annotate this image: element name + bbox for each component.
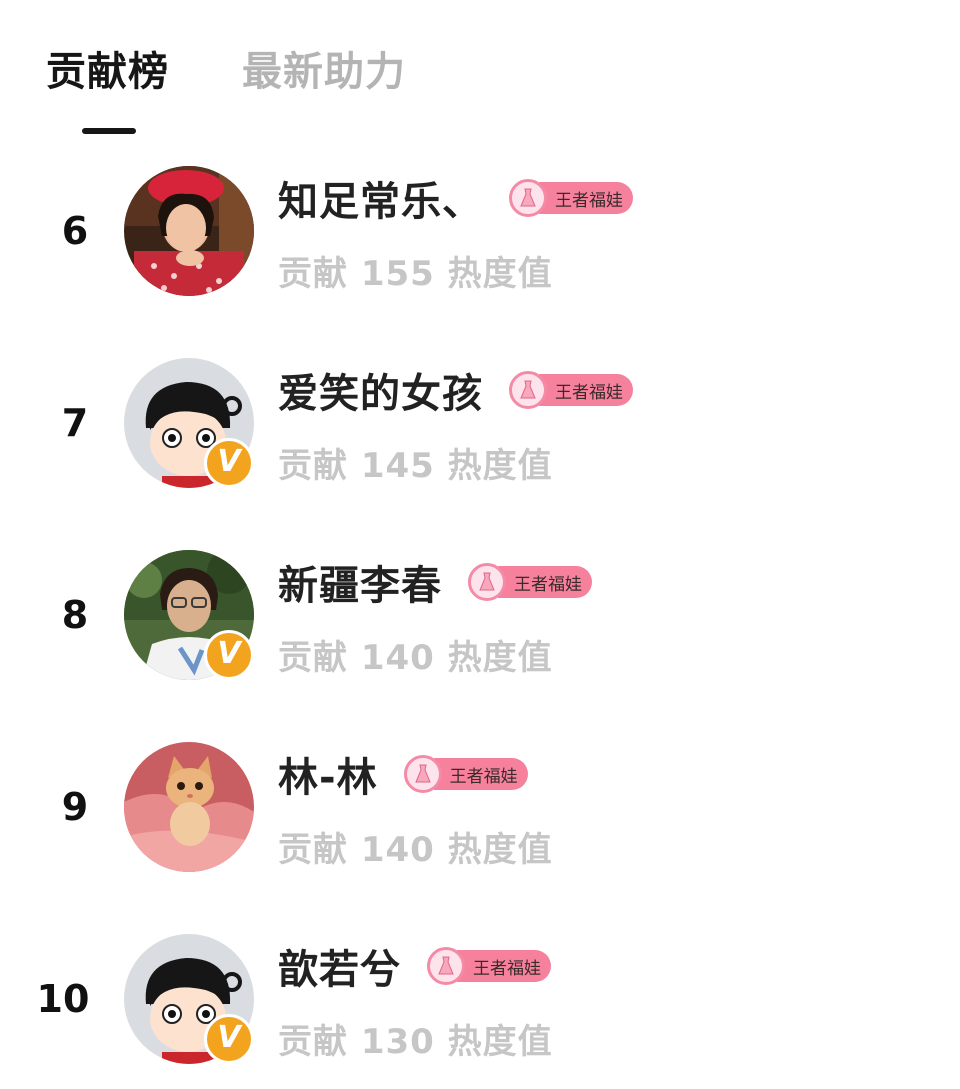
user-name[interactable]: 爱笑的女孩 — [278, 361, 483, 419]
contribution-value: 贡献 140 热度值 — [278, 830, 553, 870]
name-line: 知足常乐、 王者福娃 — [278, 168, 633, 228]
rank-number: 7 — [61, 401, 89, 445]
tab-bar: 贡献榜 最新助力 — [0, 0, 960, 140]
user-name[interactable]: 新疆李春 — [278, 553, 442, 611]
contribution-value: 贡献 145 热度值 — [278, 446, 553, 486]
contribution-value: 贡献 140 热度值 — [278, 638, 553, 678]
avatar[interactable] — [124, 166, 254, 296]
badge-label: 王者福娃 — [433, 758, 528, 790]
avatar[interactable]: V — [124, 934, 254, 1064]
level-badge: 王者福娃 — [509, 179, 633, 217]
badge-label: 王者福娃 — [498, 566, 592, 598]
name-line: 歆若兮 王者福娃 — [278, 936, 551, 996]
contribution-value: 贡献 130 热度值 — [278, 1022, 553, 1062]
badge-label: 王者福娃 — [457, 950, 551, 982]
tab-contribution-ranking[interactable]: 贡献榜 — [46, 48, 169, 96]
rank-number: 8 — [61, 593, 89, 637]
dress-icon — [509, 179, 547, 217]
ranking-row[interactable]: 9 林-林 王者福娃 贡献 140 热度值 — [0, 726, 960, 916]
badge-label: 王者福娃 — [539, 182, 633, 214]
level-badge: 王者福娃 — [403, 755, 528, 793]
dress-icon — [509, 371, 547, 409]
rank-number: 6 — [61, 209, 89, 253]
active-tab-indicator — [82, 128, 136, 134]
name-line: 新疆李春 王者福娃 — [278, 552, 592, 612]
contribution-value: 贡献 155 热度值 — [278, 254, 553, 294]
level-badge: 王者福娃 — [468, 563, 592, 601]
badge-label: 王者福娃 — [539, 374, 633, 406]
user-name[interactable]: 知足常乐、 — [278, 169, 483, 227]
rank-number: 9 — [61, 785, 89, 829]
avatar-photo-woman-red-hat — [124, 166, 254, 296]
avatar[interactable] — [124, 742, 254, 872]
ranking-row[interactable]: 7 V 爱笑的女孩 王者福娃 贡献 145 热度值 — [0, 342, 960, 532]
ranking-row[interactable]: 6 知足常乐、 王者福娃 贡献 155 热度值 — [0, 150, 960, 340]
verified-badge-icon: V — [204, 630, 254, 680]
verified-badge-icon: V — [204, 438, 254, 488]
level-badge: 王者福娃 — [509, 371, 633, 409]
avatar[interactable]: V — [124, 358, 254, 488]
verified-badge-icon: V — [204, 1014, 254, 1064]
rank-number: 10 — [36, 977, 90, 1021]
ranking-row[interactable]: 10 V 歆若兮 王者福娃 贡献 130 热度值 — [0, 918, 960, 1089]
ranking-sheet: 贡献榜 最新助力 6 知足常乐、 王者福娃 贡献 155 热度值 7 V 爱笑的… — [0, 0, 960, 1089]
name-line: 林-林 王者福娃 — [278, 744, 528, 804]
avatar-photo-kitten — [124, 742, 254, 872]
user-name[interactable]: 林-林 — [278, 745, 378, 803]
level-badge: 王者福娃 — [427, 947, 551, 985]
user-name[interactable]: 歆若兮 — [278, 937, 401, 995]
name-line: 爱笑的女孩 王者福娃 — [278, 360, 633, 420]
dress-icon — [403, 755, 442, 793]
dress-icon — [468, 563, 506, 601]
tab-latest-support[interactable]: 最新助力 — [242, 48, 406, 96]
dress-icon — [427, 947, 465, 985]
avatar[interactable]: V — [124, 550, 254, 680]
ranking-row[interactable]: 8 V 新疆李春 王者福娃 贡献 140 热度值 — [0, 534, 960, 724]
